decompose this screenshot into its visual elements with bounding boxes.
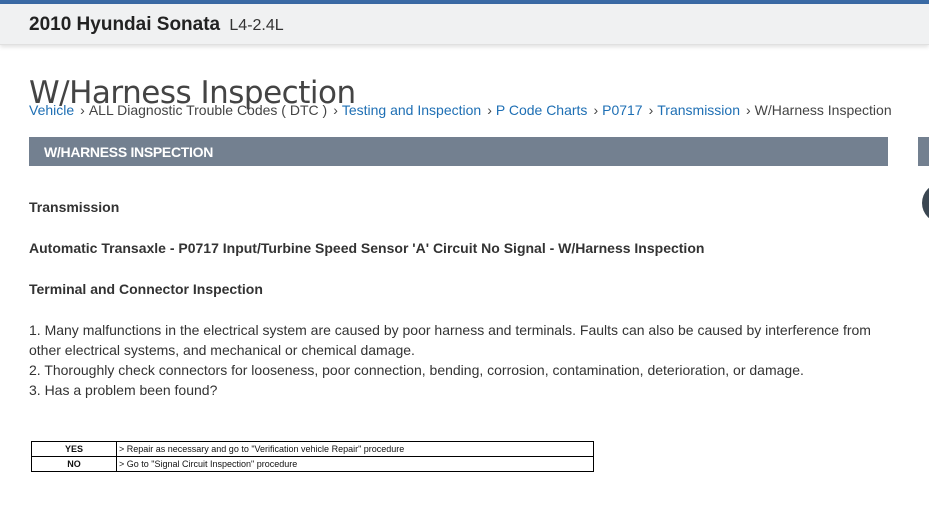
vehicle-title: 2010 Hyundai Sonata L4-2.4L bbox=[29, 14, 284, 36]
chevron-right-icon: › bbox=[746, 102, 751, 118]
chevron-right-icon: › bbox=[648, 102, 654, 118]
chevron-right-icon: › bbox=[487, 102, 492, 118]
breadcrumb-transmission[interactable]: Transmission bbox=[657, 102, 740, 118]
section-title: W/HARNESS INSPECTION bbox=[44, 144, 214, 160]
answer-cell: NO bbox=[31, 456, 117, 472]
vehicle-engine: L4-2.4L bbox=[229, 17, 284, 34]
chevron-right-icon: › bbox=[80, 102, 85, 118]
breadcrumb-testing-inspection[interactable]: Testing and Inspection bbox=[342, 102, 481, 118]
vehicle-model: 2010 Hyundai Sonata bbox=[29, 14, 221, 35]
step-item: 2. Thoroughly check connectors for loose… bbox=[29, 362, 804, 378]
system-label: Transmission bbox=[29, 199, 120, 215]
procedure-subheading: Terminal and Connector Inspection bbox=[29, 281, 263, 297]
floating-action-button[interactable] bbox=[922, 183, 929, 223]
action-cell: > Repair as necessary and go to "Verific… bbox=[116, 441, 594, 457]
chevron-right-icon: › bbox=[593, 102, 599, 118]
step-item: 3. Has a problem been found? bbox=[29, 382, 218, 398]
step-list: 1. Many malfunctions in the electrical s… bbox=[29, 320, 894, 400]
breadcrumb-all-dtc: ALL Diagnostic Trouble Codes ( DTC ) bbox=[88, 102, 328, 118]
vehicle-header: 2010 Hyundai Sonata L4-2.4L bbox=[0, 4, 929, 45]
chevron-right-icon: › bbox=[333, 102, 338, 118]
breadcrumb: Vehicle › ALL Diagnostic Trouble Codes ( D… bbox=[29, 102, 892, 118]
section-header: W/HARNESS INSPECTION bbox=[29, 137, 888, 166]
action-cell: > Go to "Signal Circuit Inspection" proc… bbox=[116, 456, 594, 472]
breadcrumb-p-code-charts[interactable]: P Code Charts bbox=[496, 102, 588, 118]
decision-table: YES > Repair as necessary and go to "Ver… bbox=[31, 441, 594, 472]
procedure-heading: Automatic Transaxle - P0717 Input/Turbin… bbox=[29, 240, 705, 256]
breadcrumb-vehicle[interactable]: Vehicle bbox=[29, 102, 74, 118]
breadcrumb-current: W/Harness Inspection bbox=[754, 102, 892, 118]
step-item: 1. Many malfunctions in the electrical s… bbox=[29, 322, 871, 358]
breadcrumb-p0717[interactable]: P0717 bbox=[602, 102, 642, 118]
right-panel-header bbox=[918, 137, 929, 166]
table-row: NO > Go to "Signal Circuit Inspection" p… bbox=[31, 456, 594, 472]
table-row: YES > Repair as necessary and go to "Ver… bbox=[31, 441, 594, 457]
answer-cell: YES bbox=[31, 441, 117, 457]
